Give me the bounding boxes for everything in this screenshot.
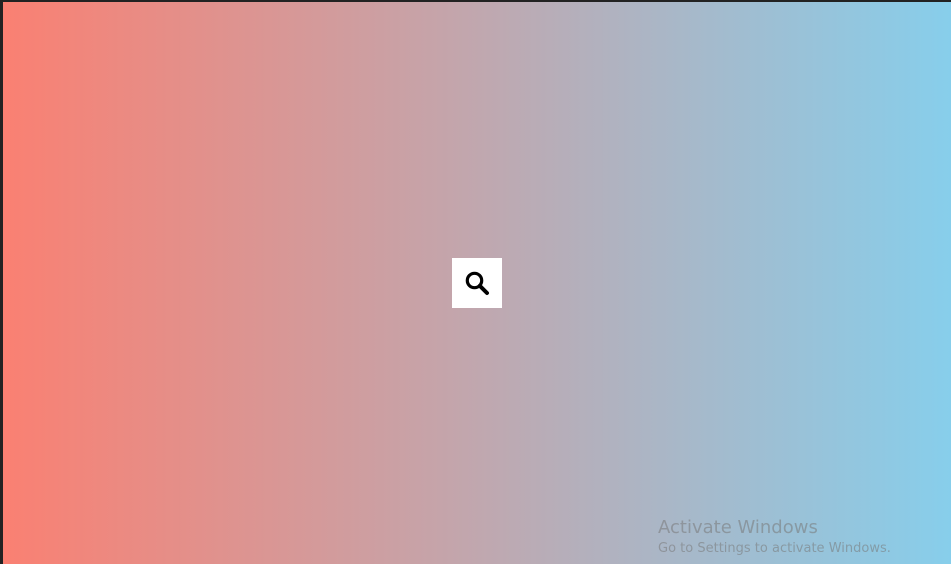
watermark-subtitle: Go to Settings to activate Windows. — [658, 541, 891, 556]
desktop-frame: Activate Windows Go to Settings to activ… — [0, 0, 951, 564]
activation-watermark: Activate Windows Go to Settings to activ… — [658, 516, 948, 558]
watermark-title: Activate Windows — [658, 517, 818, 538]
search-button[interactable] — [452, 258, 502, 308]
search-icon — [464, 270, 490, 296]
